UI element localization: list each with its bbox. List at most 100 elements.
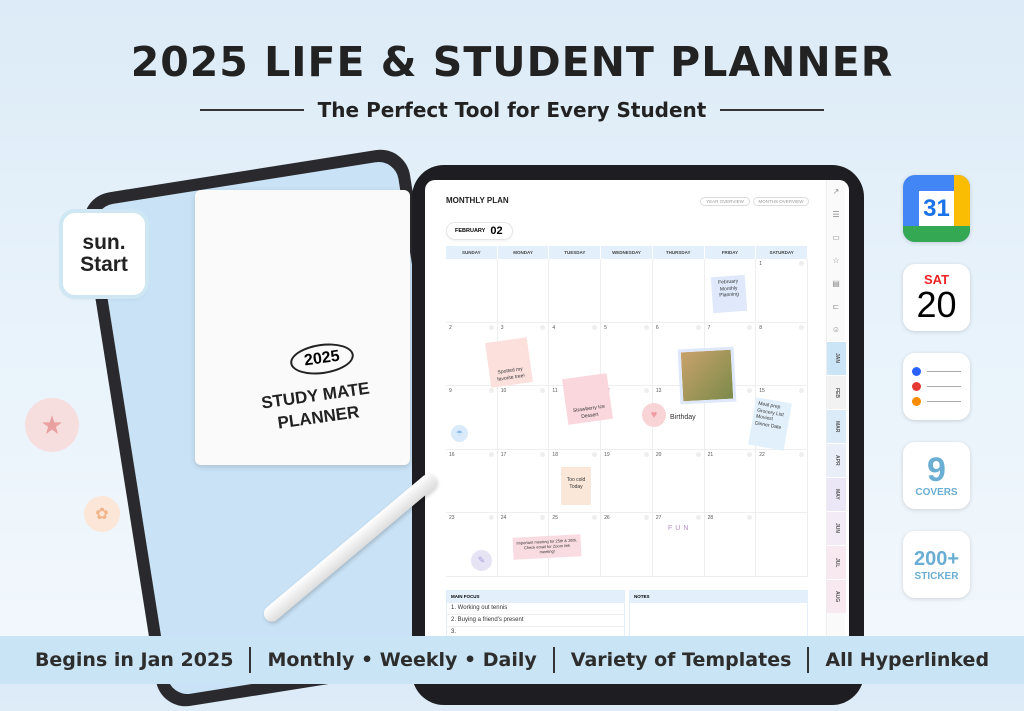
cover-year: 2025 (288, 339, 356, 379)
day-cell[interactable]: 8 (756, 322, 808, 386)
feature-text: Variety of Templates (570, 649, 792, 671)
day-cell[interactable]: 1 (756, 259, 808, 323)
add-icon[interactable] (592, 451, 598, 457)
month-tab-may[interactable]: MAY (827, 477, 846, 511)
month-tab-feb[interactable]: FEB (827, 375, 846, 409)
day-number: 4 (552, 324, 556, 331)
day-cell[interactable] (601, 259, 653, 323)
subtitle-row: The Perfect Tool for Every Student (200, 98, 825, 122)
day-number: 28 (707, 515, 714, 521)
day-cell[interactable] (497, 259, 550, 323)
day-number: 11 (552, 388, 558, 394)
add-icon[interactable] (695, 451, 701, 457)
notebook-icon[interactable]: ▤ (827, 272, 845, 295)
notes-box: NOTES (629, 590, 808, 640)
calendar-icon[interactable]: ▭ (827, 226, 845, 249)
add-icon[interactable] (643, 451, 649, 457)
folder-icon[interactable]: ⊏ (827, 295, 845, 318)
day-cell[interactable]: 5 (601, 322, 653, 386)
day-cell[interactable]: 22 (756, 449, 808, 513)
add-icon[interactable] (540, 324, 546, 330)
add-icon[interactable] (799, 451, 804, 457)
day-cell[interactable] (549, 259, 602, 323)
day-number: 9 (449, 388, 452, 394)
add-icon[interactable] (695, 515, 701, 520)
day-number: 3 (500, 324, 504, 331)
months-overview-button[interactable]: MONTHS OVERVIEW (753, 197, 809, 206)
feature-bar: Begins in Jan 2025 Monthly • Weekly • Da… (0, 636, 1024, 684)
sticker-planning: February Monthly Planning (710, 274, 748, 314)
day-number: 15 (759, 388, 765, 394)
divider (200, 109, 304, 111)
day-cell[interactable]: 10 (497, 386, 550, 450)
day-number: 7 (707, 324, 711, 331)
day-cell[interactable]: 19 (601, 449, 653, 513)
sticker-number: 200+ (913, 547, 960, 570)
flower-icon: ✿ (84, 496, 120, 532)
subtitle: The Perfect Tool for Every Student (317, 98, 707, 122)
add-icon[interactable] (643, 324, 649, 330)
day-cell[interactable]: 17 (497, 449, 550, 513)
day-number: 2 (449, 324, 452, 331)
month-tab-jul[interactable]: JUL (827, 545, 846, 579)
focus-item[interactable]: 2. Buying a friend's present (447, 615, 624, 627)
month-tab-aug[interactable]: AUG (827, 579, 846, 613)
day-cell[interactable] (652, 259, 705, 323)
feature-text: All Hyperlinked (825, 649, 990, 671)
day-cell[interactable] (446, 259, 498, 323)
star-icon[interactable]: ☆ (827, 249, 845, 272)
day-cell[interactable]: 26 (601, 513, 653, 577)
sticker-meeting: Important meeting for 25th & 26th. Check… (512, 534, 582, 560)
day-cell[interactable]: 21 (704, 449, 757, 513)
day-cell[interactable] (756, 513, 808, 577)
month-tab-jun[interactable]: JUN (827, 511, 846, 545)
sticker-food-photo (677, 346, 737, 405)
cover-name: STUDY MATE PLANNER (260, 378, 371, 433)
month-tab-mar[interactable]: MAR (827, 409, 846, 443)
day-cell[interactable]: 23 (446, 513, 498, 577)
add-icon[interactable] (747, 388, 753, 393)
add-icon[interactable] (747, 324, 753, 330)
weekday-header: SUNDAY MONDAY TUESDAY WEDNESDAY THURSDAY FRID… (446, 246, 808, 259)
add-icon[interactable] (540, 451, 546, 457)
add-icon[interactable] (747, 451, 753, 457)
day-number: 23 (449, 515, 455, 521)
add-icon[interactable] (540, 388, 546, 393)
add-icon[interactable] (488, 324, 494, 330)
month-badge: FEBRUARY 02 (446, 222, 513, 240)
add-icon[interactable] (747, 515, 753, 520)
day-number: 5 (604, 324, 607, 331)
month-tab-apr[interactable]: APR (827, 443, 846, 477)
add-icon[interactable] (592, 515, 598, 520)
divider (552, 647, 555, 673)
logo-line2: Start (80, 253, 128, 276)
add-icon[interactable] (540, 515, 546, 520)
add-icon[interactable] (799, 324, 804, 330)
add-icon[interactable] (592, 324, 598, 330)
covers-number: 9 (927, 451, 946, 489)
list-icon[interactable]: ☰ (827, 203, 845, 226)
day-cell[interactable]: 16 (446, 449, 498, 513)
year-overview-button[interactable]: YEAR OVERVIEW (700, 197, 750, 206)
divider (249, 647, 252, 673)
focus-item[interactable]: 1. Working out tennis (447, 603, 624, 615)
add-icon[interactable] (488, 388, 494, 393)
sunstart-logo: sun. Start (63, 213, 145, 295)
month-tab-jan[interactable]: JAN (827, 341, 846, 375)
day-number: 21 (707, 451, 714, 458)
day-number: 13 (655, 388, 662, 394)
add-icon[interactable] (695, 324, 701, 330)
add-icon[interactable] (643, 388, 649, 393)
covers-badge: 9 COVERS (903, 442, 970, 509)
add-icon[interactable] (799, 261, 804, 266)
export-icon[interactable]: ↗ (827, 180, 845, 203)
smile-icon[interactable]: ☺ (827, 318, 845, 341)
day-cell[interactable]: 20 (652, 449, 705, 513)
day-number: 16 (449, 451, 455, 458)
day-cell[interactable]: 28 (704, 513, 757, 577)
add-icon[interactable] (799, 388, 804, 393)
day-number: 25 (552, 515, 558, 521)
add-icon[interactable] (488, 515, 494, 520)
add-icon[interactable] (643, 515, 649, 520)
add-icon[interactable] (488, 451, 494, 457)
